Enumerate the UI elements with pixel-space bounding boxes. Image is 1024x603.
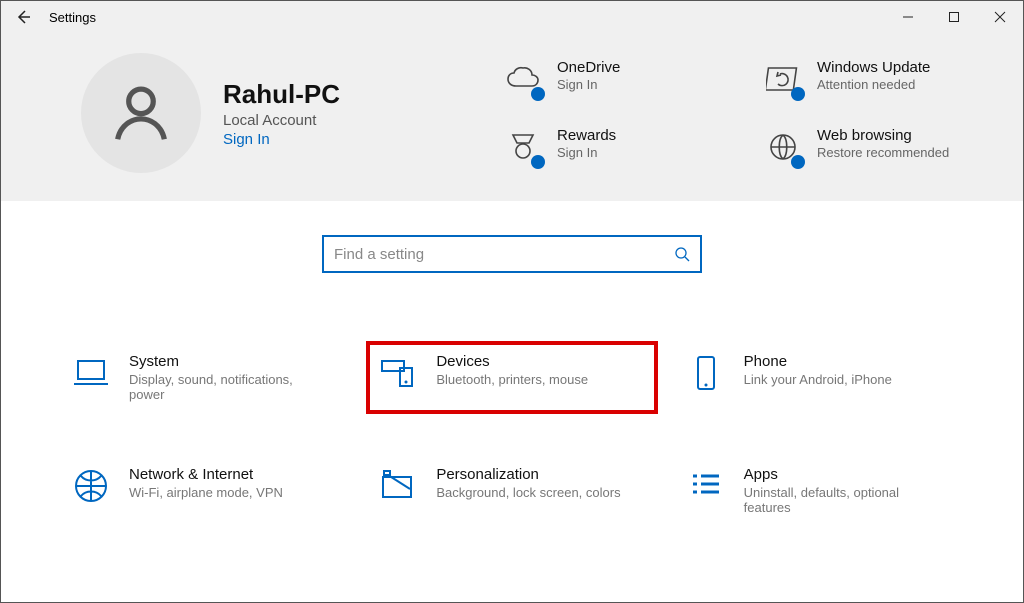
tile-sub: Restore recommended: [817, 145, 949, 160]
category-sub: Background, lock screen, colors: [436, 485, 620, 500]
tile-sub: Attention needed: [817, 77, 930, 92]
category-sub: Link your Android, iPhone: [744, 372, 892, 387]
user-block[interactable]: Rahul-PC Local Account Sign In: [81, 53, 340, 173]
status-dot-icon: [791, 155, 805, 169]
close-button[interactable]: [977, 1, 1023, 33]
search-input[interactable]: [334, 246, 674, 263]
window-title: Settings: [45, 10, 96, 25]
category-personalization[interactable]: Personalization Background, lock screen,…: [368, 456, 655, 525]
category-title: System: [129, 353, 329, 370]
tile-rewards[interactable]: Rewards Sign In: [503, 127, 723, 167]
globe-grid-icon: [72, 467, 110, 505]
maximize-button[interactable]: [931, 1, 977, 33]
search-box[interactable]: [322, 235, 702, 273]
window-titlebar: Settings: [1, 1, 1023, 33]
tile-title: Windows Update: [817, 59, 930, 76]
category-system[interactable]: System Display, sound, notifications, po…: [61, 343, 348, 412]
arrow-left-icon: [15, 9, 31, 25]
minimize-button[interactable]: [885, 1, 931, 33]
tile-windows-update[interactable]: Windows Update Attention needed: [763, 59, 983, 99]
tile-title: Web browsing: [817, 127, 949, 144]
list-icon: [687, 470, 725, 502]
user-name: Rahul-PC: [223, 79, 340, 110]
category-title: Network & Internet: [129, 466, 283, 483]
avatar: [81, 53, 201, 173]
category-phone[interactable]: Phone Link your Android, iPhone: [676, 343, 963, 412]
category-sub: Display, sound, notifications, power: [129, 372, 329, 402]
category-title: Devices: [436, 353, 588, 370]
category-sub: Bluetooth, printers, mouse: [436, 372, 588, 387]
category-sub: Wi-Fi, airplane mode, VPN: [129, 485, 283, 500]
paint-icon: [378, 469, 418, 503]
header-tiles: OneDrive Sign In Windows Update Attentio…: [503, 59, 983, 167]
tile-onedrive[interactable]: OneDrive Sign In: [503, 59, 723, 99]
person-icon: [106, 78, 176, 148]
category-title: Phone: [744, 353, 892, 370]
category-network[interactable]: Network & Internet Wi-Fi, airplane mode,…: [61, 456, 348, 525]
category-devices[interactable]: Devices Bluetooth, printers, mouse: [368, 343, 655, 412]
status-dot-icon: [531, 155, 545, 169]
settings-categories: System Display, sound, notifications, po…: [1, 343, 1023, 525]
tile-web-browsing[interactable]: Web browsing Restore recommended: [763, 127, 983, 167]
devices-icon: [378, 356, 418, 390]
maximize-icon: [948, 11, 960, 23]
settings-header: Rahul-PC Local Account Sign In OneDrive …: [1, 33, 1023, 201]
category-apps[interactable]: Apps Uninstall, defaults, optional featu…: [676, 456, 963, 525]
close-icon: [994, 11, 1006, 23]
category-title: Apps: [744, 466, 944, 483]
search-icon: [674, 246, 690, 262]
category-sub: Uninstall, defaults, optional features: [744, 485, 944, 515]
phone-icon: [692, 353, 720, 393]
category-title: Personalization: [436, 466, 620, 483]
minimize-icon: [902, 11, 914, 23]
signin-link[interactable]: Sign In: [223, 131, 340, 148]
tile-sub: Sign In: [557, 145, 616, 160]
tile-title: OneDrive: [557, 59, 620, 76]
status-dot-icon: [791, 87, 805, 101]
account-type: Local Account: [223, 112, 340, 129]
tile-sub: Sign In: [557, 77, 620, 92]
laptop-icon: [71, 356, 111, 390]
status-dot-icon: [531, 87, 545, 101]
tile-title: Rewards: [557, 127, 616, 144]
back-button[interactable]: [1, 1, 45, 33]
